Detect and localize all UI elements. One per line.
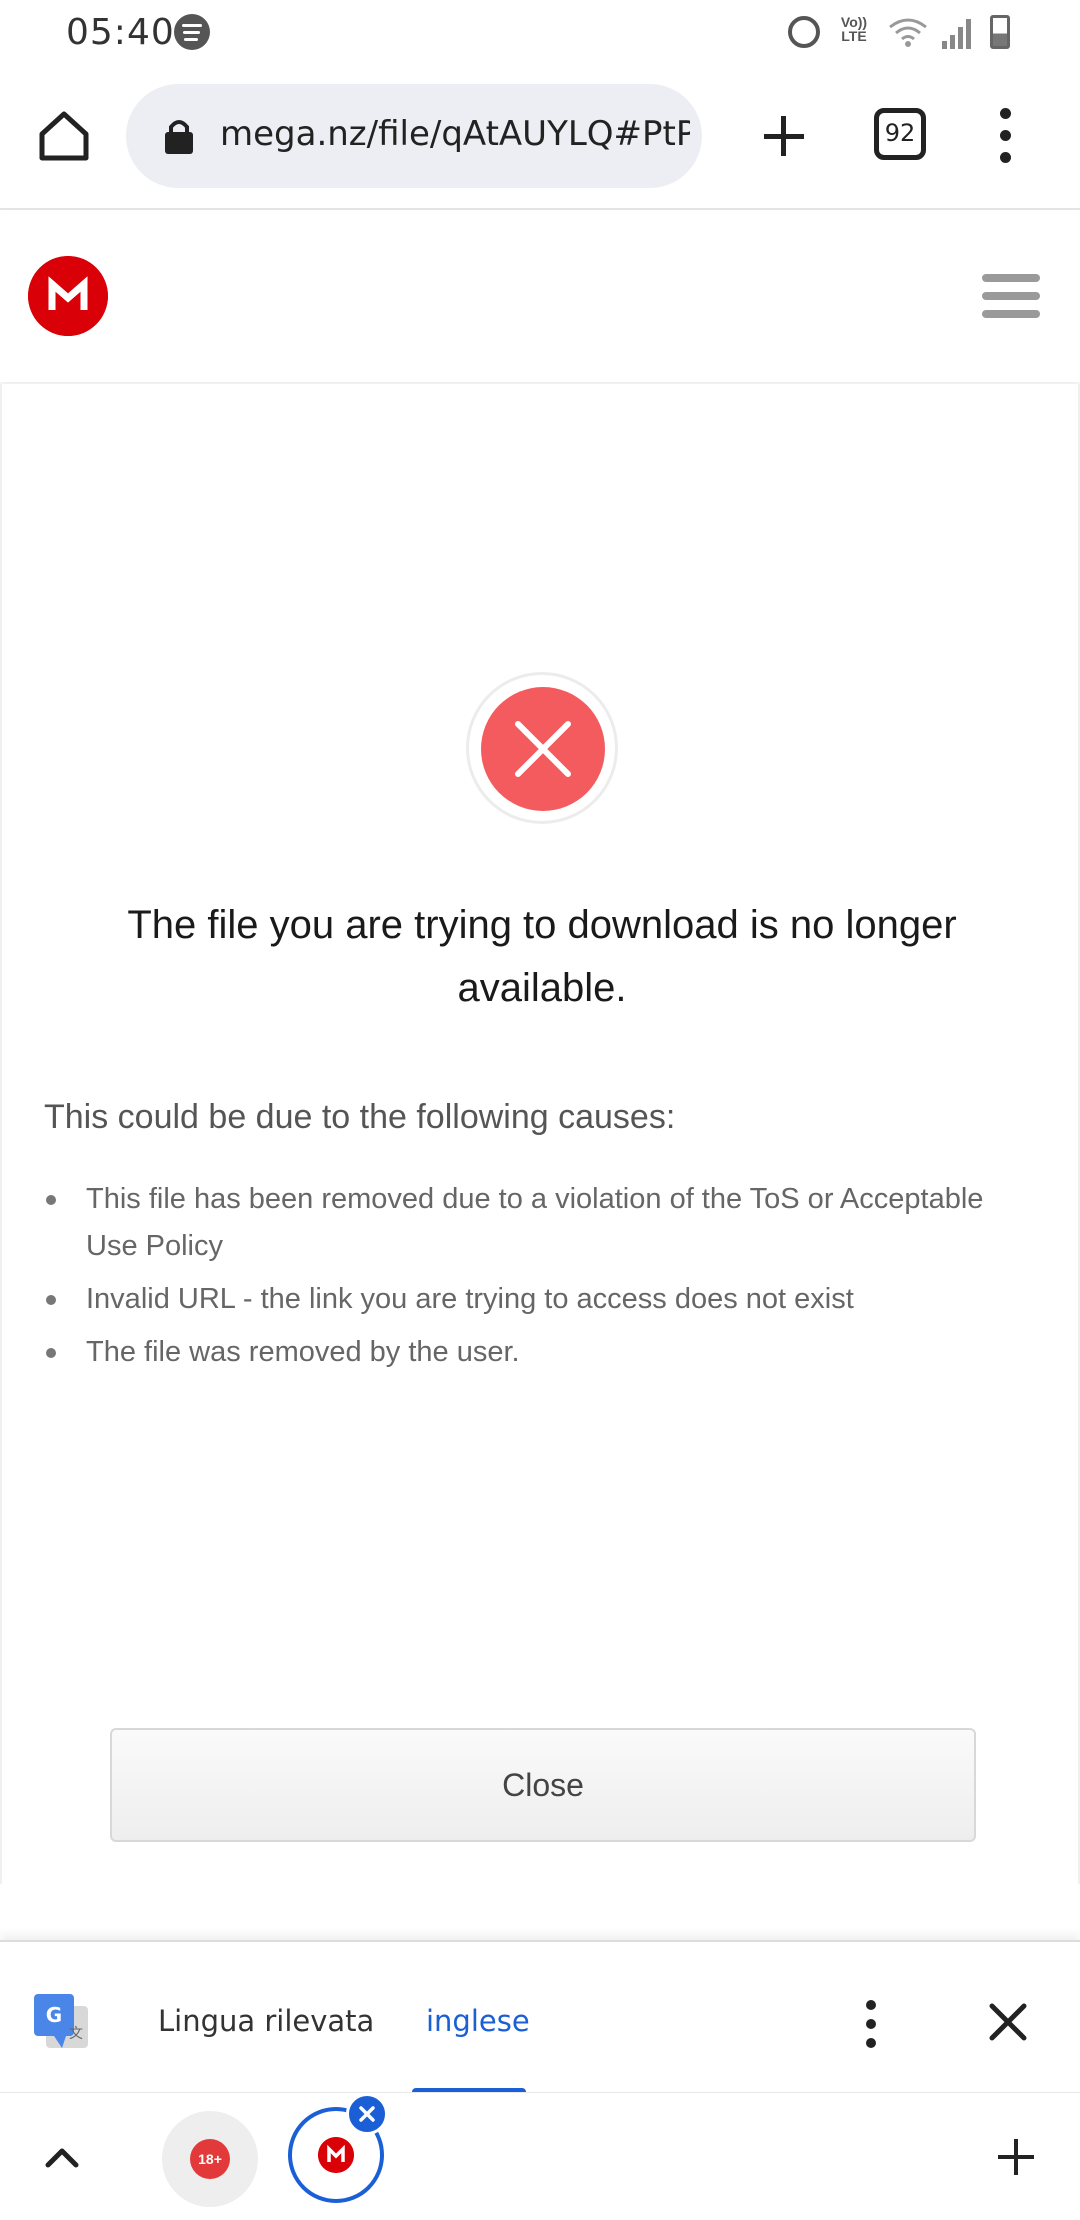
browser-toolbar: mega.nz/file/qAtAUYLQ#PtPco 92 — [0, 64, 1080, 210]
lock-icon — [165, 120, 193, 154]
volte-bottom-label: LTE — [841, 28, 867, 44]
wifi-icon — [889, 18, 927, 47]
error-dialog: The file you are trying to download is n… — [0, 384, 1080, 1884]
google-translate-icon: G 文 — [34, 1994, 88, 2048]
translate-bar: G 文 Lingua rilevata inglese — [0, 1940, 1080, 2096]
tab-strip: 18+ — [0, 2092, 1080, 2220]
causes-list: This file has been removed due to a viol… — [44, 1176, 1024, 1382]
cause-text: Invalid URL - the link you are trying to… — [86, 1283, 854, 1315]
chevron-up-icon[interactable] — [42, 2141, 82, 2171]
causes-heading: This could be due to the following cause… — [44, 1098, 676, 1136]
add-tab-icon[interactable] — [996, 2137, 1036, 2177]
mega-tab-icon — [318, 2137, 354, 2173]
tab-thumbnail[interactable]: 18+ — [162, 2111, 258, 2207]
signal-icon — [942, 15, 976, 49]
volte-icon: Vo)) LTE — [834, 15, 874, 49]
status-icons: Vo)) LTE — [788, 12, 1010, 52]
status-bar: 05:40 Vo)) LTE — [0, 0, 1080, 64]
list-item: This file has been removed due to a viol… — [44, 1176, 1024, 1270]
mega-logo-icon[interactable] — [28, 256, 108, 336]
new-tab-icon[interactable] — [756, 100, 812, 172]
adult-badge: 18+ — [190, 2139, 230, 2179]
status-time: 05:40 — [66, 12, 175, 53]
list-item: The file was removed by the user. — [44, 1329, 1024, 1376]
spotify-icon — [174, 14, 210, 50]
alarm-icon — [788, 16, 820, 48]
hamburger-menu-icon[interactable] — [982, 274, 1040, 318]
browser-menu-icon[interactable] — [990, 106, 1022, 166]
close-icon[interactable] — [984, 1998, 1032, 2046]
tab-detected-language[interactable]: Lingua rilevata — [158, 2004, 374, 2038]
list-item: Invalid URL - the link you are trying to… — [44, 1276, 1024, 1323]
cause-text: This file has been removed due to a viol… — [86, 1183, 984, 1262]
svg-text:G: G — [46, 2003, 62, 2027]
mega-header — [0, 212, 1080, 382]
url-text: mega.nz/file/qAtAUYLQ#PtPco — [220, 114, 690, 154]
tab-switcher-button[interactable]: 92 — [874, 108, 926, 160]
battery-icon — [990, 15, 1010, 49]
svg-text:文: 文 — [69, 2026, 83, 2042]
home-icon[interactable] — [32, 104, 96, 168]
translate-menu-icon[interactable] — [856, 1998, 886, 2050]
tab-target-language[interactable]: inglese — [426, 2004, 530, 2038]
close-button[interactable]: Close — [110, 1728, 976, 1842]
close-tab-icon[interactable] — [346, 2093, 388, 2135]
cause-text: The file was removed by the user. — [86, 1336, 520, 1368]
error-title: The file you are trying to download is n… — [127, 903, 957, 1010]
address-bar[interactable]: mega.nz/file/qAtAUYLQ#PtPco — [126, 84, 702, 188]
error-icon — [466, 672, 618, 824]
